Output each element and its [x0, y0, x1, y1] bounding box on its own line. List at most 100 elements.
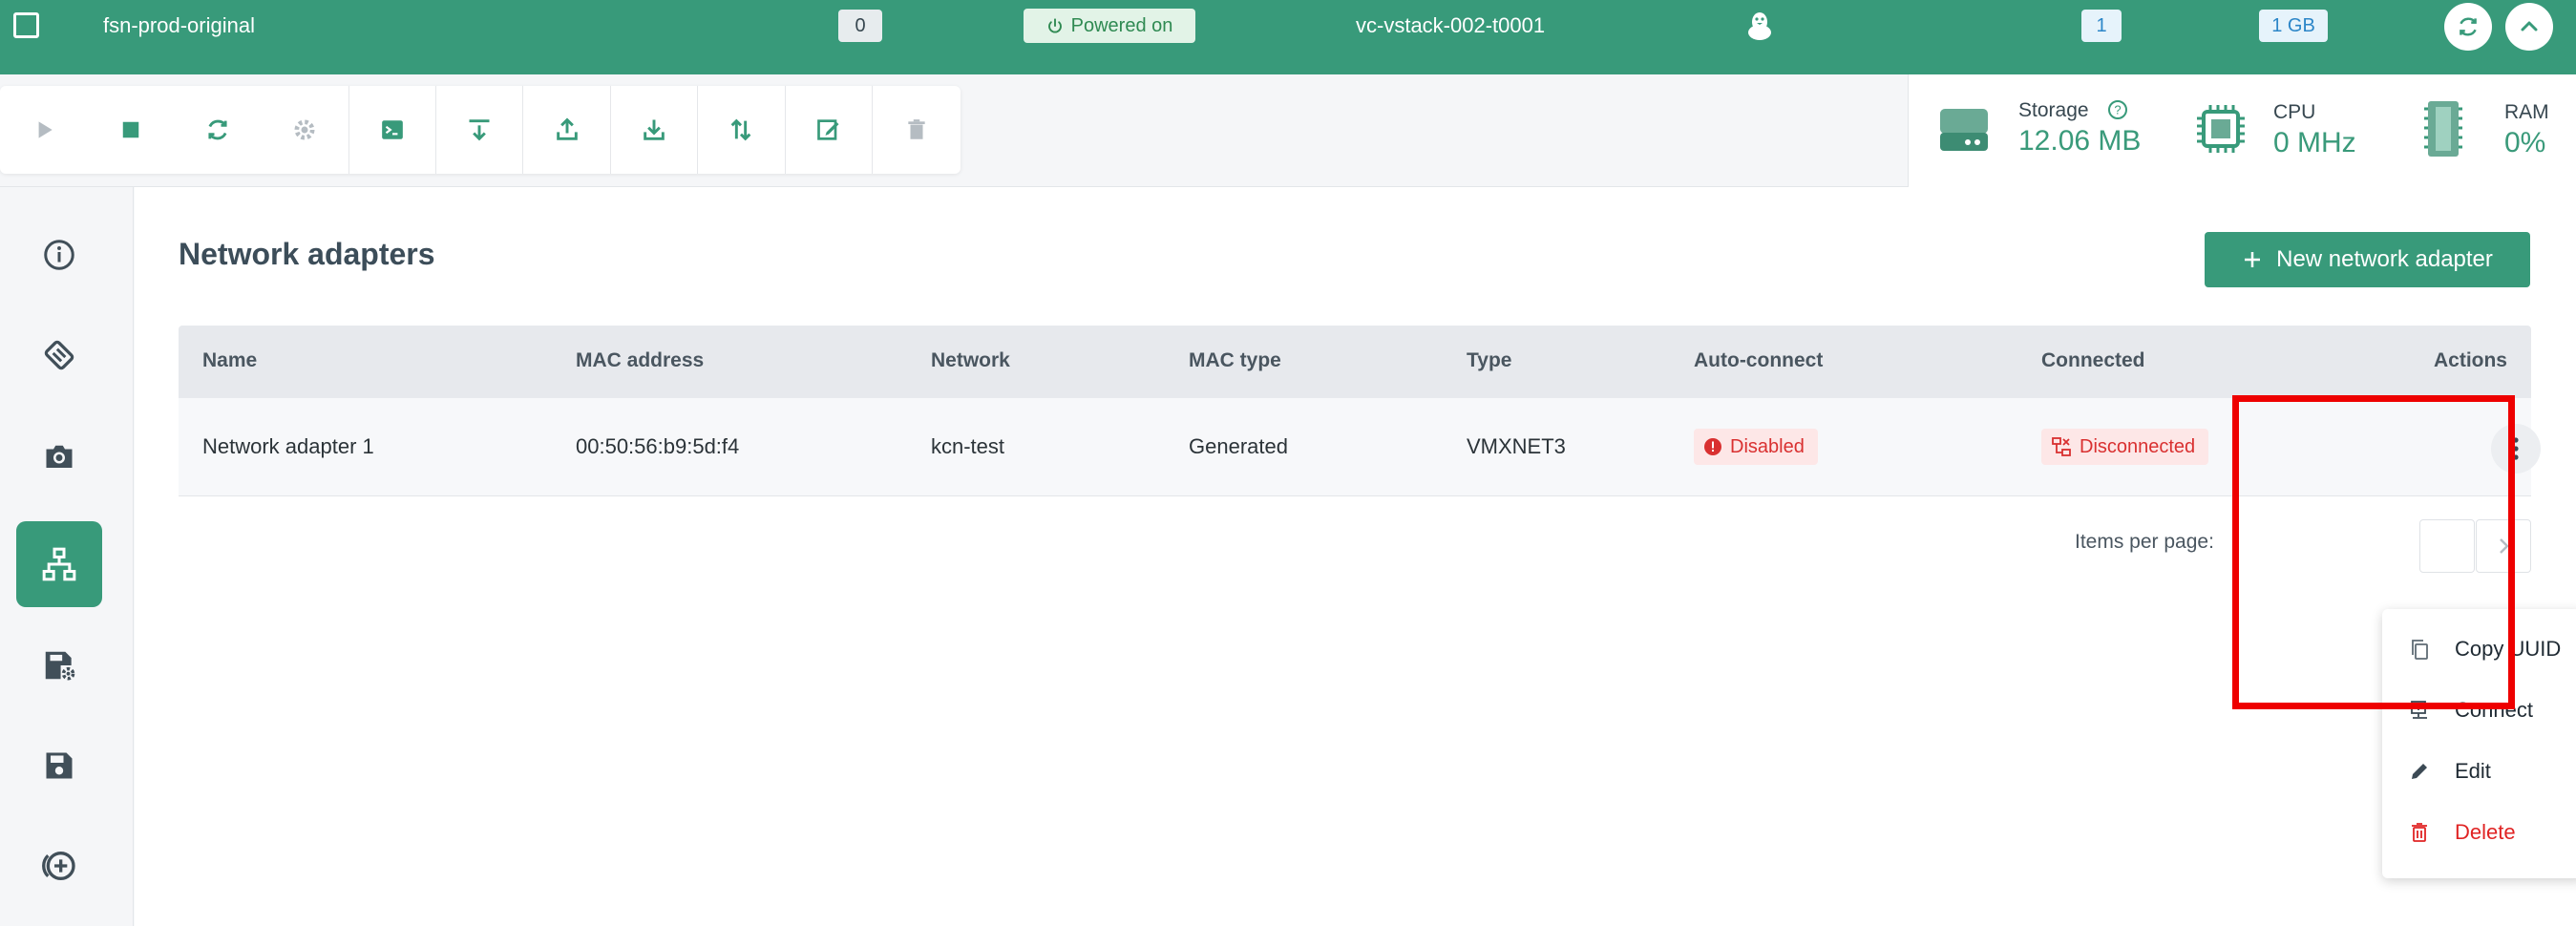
ram-badge: 1 GB [2259, 10, 2328, 42]
upload-icon [556, 117, 578, 140]
adapter-mac-type: Generated [1189, 434, 1288, 458]
host-name: vc-vstack-002-t0001 [1356, 13, 1546, 37]
connected-status-badge: Disconnected [2041, 429, 2209, 465]
network-adapters-table: Name MAC address Network MAC type Type A… [179, 326, 2541, 496]
refresh-button[interactable] [2444, 3, 2492, 51]
auto-connect-status-label: Disabled [1730, 435, 1805, 457]
menu-item-delete[interactable]: Delete [2382, 806, 2576, 859]
menu-item-edit[interactable]: Edit [2382, 745, 2576, 798]
power-off-button[interactable] [87, 86, 174, 174]
connected-status-label: Disconnected [2080, 435, 2196, 457]
vm-action-toolbar [0, 86, 961, 174]
vm-name: fsn-prod-original [103, 13, 255, 37]
edit-icon [816, 119, 839, 140]
column-header-network[interactable]: Network [931, 349, 1010, 372]
cpu-stat: CPU 0 MHz [2195, 74, 2424, 187]
restart-button[interactable] [175, 86, 262, 174]
table-row[interactable]: Network adapter 1 00:50:56:b9:5d:f4 kcn-… [179, 398, 2541, 496]
column-header-actions: Actions [2433, 349, 2507, 371]
sidebar-item-storage-settings[interactable] [16, 622, 102, 708]
storage-settings-icon [45, 651, 75, 681]
edit-label: Edit [2455, 759, 2491, 783]
cpu-value: 0 MHz [2273, 127, 2356, 158]
disk-icon [44, 340, 74, 370]
column-header-type[interactable]: Type [1467, 349, 1511, 372]
new-network-adapter-label: New network adapter [2276, 246, 2493, 272]
power-status-badge: Powered on [1024, 9, 1195, 43]
transfer-icon [730, 118, 751, 141]
column-header-name[interactable]: Name [202, 349, 257, 372]
column-header-mac-address[interactable]: MAC address [576, 349, 704, 372]
camera-icon [46, 445, 73, 468]
import-button[interactable] [436, 86, 524, 174]
play-icon [38, 121, 53, 138]
console-icon [381, 120, 403, 139]
page-title: Network adapters [179, 237, 435, 271]
edit-button[interactable] [786, 86, 873, 174]
storage-icon [1940, 109, 1988, 151]
column-header-mac-type[interactable]: MAC type [1189, 349, 1281, 372]
column-header-auto-connect[interactable]: Auto-connect [1694, 349, 1823, 372]
network-icon [42, 547, 76, 581]
sidebar-item-info[interactable] [16, 212, 102, 298]
download-icon [644, 119, 665, 140]
ram-stat: RAM 0% [2424, 74, 2576, 187]
storage-stat: Storage ? 12.06 MB [1909, 74, 2195, 187]
vm-sidebar [0, 187, 134, 926]
download-into-icon [469, 119, 490, 141]
refresh-icon [2460, 17, 2477, 36]
collapse-button[interactable] [2505, 3, 2553, 51]
console-button[interactable] [349, 86, 436, 174]
chevron-up-icon [2521, 21, 2538, 32]
table-header: Name MAC address Network MAC type Type A… [179, 326, 2531, 398]
svg-text:?: ? [2114, 103, 2121, 117]
vm-header-bar: fsn-prod-original 0 Powered on vc-vstack… [0, 0, 2576, 74]
alert-circle-icon [1704, 438, 1721, 455]
delete-label: Delete [2455, 820, 2516, 844]
add-circle-icon [42, 852, 75, 880]
storage-value: 12.06 MB [2018, 125, 2142, 157]
sidebar-item-snapshots[interactable] [16, 413, 102, 499]
plus-icon [2245, 252, 2261, 267]
delete-button[interactable] [873, 86, 960, 174]
ram-label: RAM [2504, 101, 2549, 123]
pencil-icon [2407, 759, 2432, 784]
power-icon [1047, 18, 1062, 33]
adapter-name: Network adapter 1 [202, 434, 374, 458]
sidebar-item-network[interactable] [16, 521, 102, 607]
stop-icon [122, 121, 139, 138]
help-icon[interactable]: ? [2107, 99, 2128, 120]
items-per-page-label: Items per page: [2075, 531, 2214, 553]
save-icon [46, 752, 73, 779]
download-button[interactable] [611, 86, 699, 174]
auto-connect-status-badge: Disabled [1694, 429, 1818, 465]
transfer-button[interactable] [698, 86, 786, 174]
ram-icon [2424, 101, 2462, 157]
linux-icon [1748, 12, 1771, 40]
delete-icon [907, 119, 925, 139]
ram-value: 0% [2504, 127, 2546, 158]
info-icon [44, 240, 74, 270]
select-checkbox[interactable] [13, 12, 39, 38]
sidebar-item-disks[interactable] [16, 312, 102, 398]
new-network-adapter-button[interactable]: New network adapter [2205, 232, 2530, 287]
trash-icon [2407, 820, 2432, 845]
cpu-chip-icon [2197, 105, 2245, 153]
sidebar-item-save[interactable] [16, 723, 102, 809]
action-toolbar-row: Storage ? 12.06 MB CPU 0 MHz RAM 0% [0, 74, 2576, 187]
count-badge: 0 [838, 10, 882, 42]
sidebar-item-add[interactable] [16, 823, 102, 909]
settings-icon [294, 119, 315, 140]
disconnected-icon [2052, 437, 2071, 456]
vm-stats-panel: Storage ? 12.06 MB CPU 0 MHz RAM 0% [1908, 74, 2576, 187]
adapter-mac: 00:50:56:b9:5d:f4 [576, 434, 740, 458]
upload-button[interactable] [523, 86, 611, 174]
power-on-button[interactable] [0, 86, 87, 174]
column-header-connected[interactable]: Connected [2041, 349, 2145, 372]
restart-icon [208, 119, 228, 140]
network-adapters-panel: Network adapters New network adapter Nam… [135, 187, 2576, 926]
power-status-label: Powered on [1070, 14, 1173, 36]
adapter-network: kcn-test [931, 434, 1005, 458]
settings-button[interactable] [262, 86, 349, 174]
cpu-label: CPU [2273, 101, 2316, 123]
